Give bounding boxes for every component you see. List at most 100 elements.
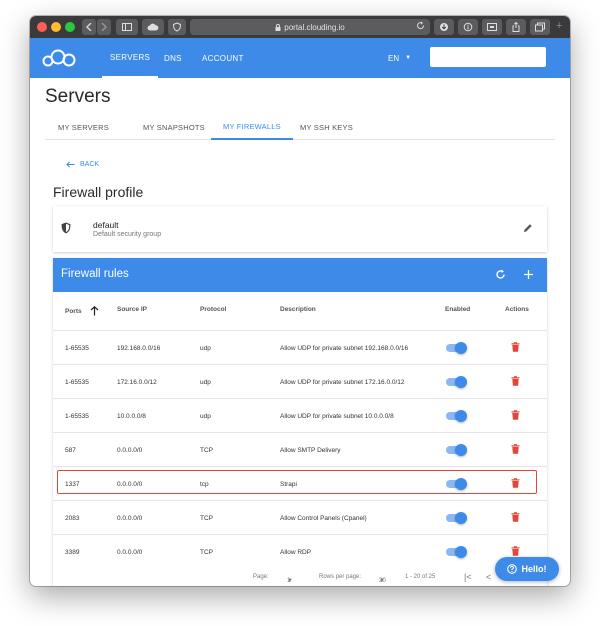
pagination: Page: 1 ▼ Rows per page: 20 ▼ 1 - 20 of … [253,572,492,584]
tabs-overview-button[interactable] [530,19,550,35]
chat-button[interactable]: Hello! [495,557,559,581]
trash-icon[interactable] [511,478,520,488]
language-selector[interactable]: EN ▼ [388,38,411,78]
help-icon [507,564,518,574]
tabs-icon [535,22,545,32]
lock-icon [275,23,281,31]
refresh-icon[interactable] [495,269,506,280]
enabled-toggle[interactable] [446,376,467,388]
browser-toolbar: portal.clouding.io + [30,16,570,38]
firewall-rules-title: Firewall rules [61,268,129,280]
cell-source-ip: 172.16.0.0/12 [117,378,157,386]
column-header-description: Description [280,306,316,313]
nav-dns[interactable]: DNS [164,38,182,78]
cell-ports: 1337 [65,480,80,488]
page-range: 1 - 20 of 25 [405,574,436,580]
nav-account[interactable]: ACCOUNT [202,38,244,78]
cloud-icon [147,23,159,31]
tab-my-firewalls[interactable]: MY FIREWALLS [211,114,293,140]
cell-ports: 1-65535 [65,344,89,352]
downloads-button[interactable] [434,19,454,35]
cell-ports: 1-65535 [65,412,89,420]
back-label: BACK [80,161,100,168]
page-title: Servers [45,86,111,107]
info-icon [463,22,473,32]
enabled-toggle[interactable] [446,546,467,558]
trash-icon[interactable] [511,376,520,386]
chat-label: Hello! [521,564,547,574]
toggle-knob [455,478,467,490]
minimize-window-button[interactable] [51,22,61,32]
column-header-enabled: Enabled [445,306,471,313]
tab-my-ssh-keys[interactable]: MY SSH KEYS [300,114,353,140]
toggle-knob [455,342,467,354]
forward-nav-button[interactable] [97,19,111,35]
column-header-protocol: Protocol [200,306,227,313]
tab-my-servers[interactable]: MY SERVERS [58,114,109,140]
firewall-profile-heading: Firewall profile [53,184,144,200]
extension-button[interactable] [458,19,478,35]
enabled-toggle[interactable] [446,444,467,456]
trash-icon[interactable] [511,342,520,352]
pencil-icon[interactable] [523,223,533,233]
trash-icon[interactable] [511,444,520,454]
download-icon [440,23,448,31]
share-button[interactable] [506,19,526,35]
table-row: 2083 0.0.0.0/0 TCP Allow Control Panels (Cp… [53,500,547,534]
page-label: Page: [253,574,269,580]
sort-ascending-icon [90,306,99,316]
previous-page-icon[interactable]: < [486,572,491,582]
search-input[interactable] [430,47,546,67]
enabled-toggle[interactable] [446,410,467,422]
trash-icon[interactable] [511,546,520,556]
reload-icon[interactable] [416,21,425,30]
address-bar[interactable]: portal.clouding.io [190,19,430,35]
caret-down-icon: ▼ [405,55,412,61]
sidebar-button[interactable] [116,19,138,35]
column-header-ports[interactable]: Ports [65,306,99,316]
url-text: portal.clouding.io [284,22,345,32]
arrow-left-icon [66,161,75,168]
cell-protocol: TCP [200,548,213,556]
new-tab-button[interactable]: + [556,20,562,32]
table-row: 1-65535 172.16.0.0/12 udp Allow UDP for pri… [53,364,547,398]
table-row: 1337 0.0.0.0/0 tcp Strapi [53,466,547,500]
language-label: EN [388,53,400,63]
back-nav-button[interactable] [82,19,96,35]
cell-description: Allow UDP for private subnet 10.0.0.0/8 [280,412,394,420]
toggle-knob [455,444,467,456]
sidebar-icon [122,23,132,31]
cell-description: Allow UDP for private subnet 192.168.0.0… [280,344,409,352]
cell-ports: 3389 [65,548,80,556]
chevron-right-icon [101,23,107,31]
cell-source-ip: 10.0.0.0/8 [117,412,146,420]
screen-icon [487,23,497,31]
trash-icon[interactable] [511,410,520,420]
trash-icon[interactable] [511,512,520,522]
cell-protocol: udp [200,378,211,386]
icloud-button[interactable] [142,19,164,35]
chevron-left-icon [86,23,92,31]
enabled-toggle[interactable] [446,478,467,490]
screen-button[interactable] [482,19,502,35]
zoom-window-button[interactable] [65,22,75,32]
tab-my-snapshots[interactable]: MY SNAPSHOTS [143,114,205,140]
cell-description: Allow RDP [280,548,312,556]
table-row: 1-65535 10.0.0.0/8 udp Allow UDP for privat… [53,398,547,432]
rows-per-page-label: Rows per page: [319,574,362,580]
column-header-actions: Actions [505,306,529,313]
cell-description: Strapi [280,480,297,488]
table-row: 587 0.0.0.0/0 TCP Allow SMTP Delivery [53,432,547,466]
cell-source-ip: 192.168.0.0/16 [117,344,161,352]
cell-description: Allow UDP for private subnet 172.16.0.0/… [280,378,405,386]
nav-servers[interactable]: SERVERS [102,38,159,78]
browser-window: portal.clouding.io + SERVERS DNS ACCOUNT [30,16,570,586]
firewall-rules-card: Firewall rules Ports Source IP Protocol … [53,258,547,586]
enabled-toggle[interactable] [446,342,467,354]
first-page-icon[interactable]: |< [464,572,472,582]
add-rule-icon[interactable] [523,269,534,280]
close-window-button[interactable] [37,22,47,32]
enabled-toggle[interactable] [446,512,467,524]
privacy-button[interactable] [168,19,186,35]
back-link[interactable]: BACK [66,161,99,168]
